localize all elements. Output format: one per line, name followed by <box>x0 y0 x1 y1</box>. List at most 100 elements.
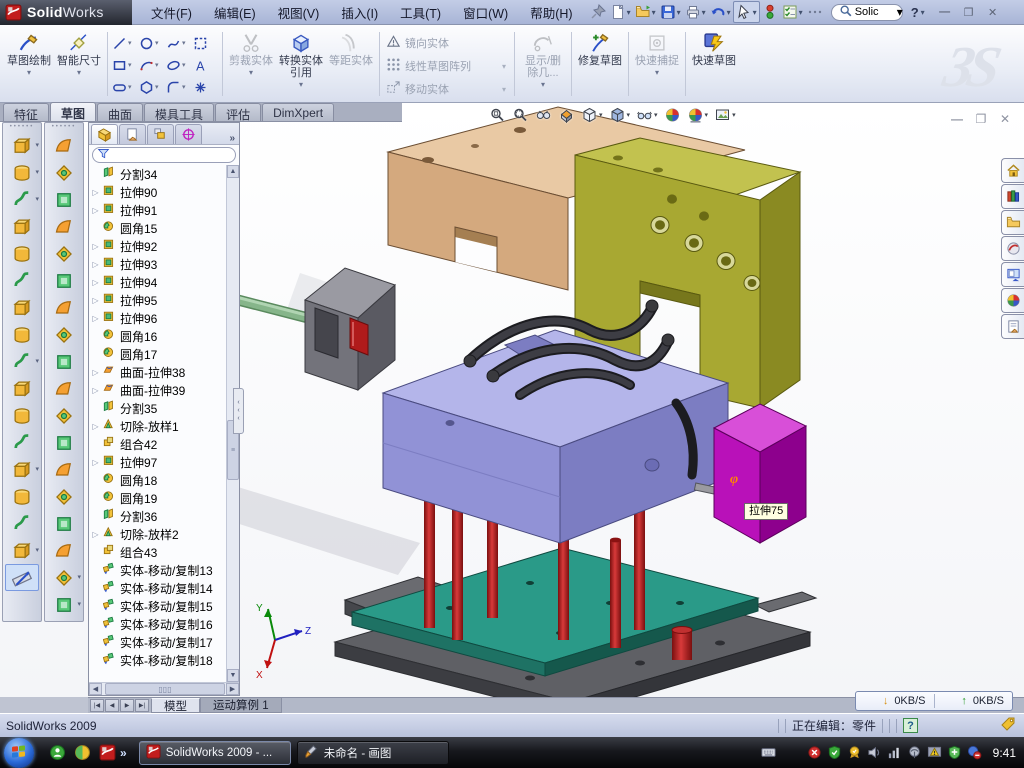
previous-study-button[interactable]: ◀ <box>105 699 119 712</box>
tray-shield-plus-icon[interactable] <box>947 745 963 761</box>
tray-volume-icon[interactable] <box>867 745 883 761</box>
tree-item[interactable]: 圆角17 <box>91 345 239 363</box>
sketch-point-icon[interactable] <box>192 79 209 96</box>
search-box[interactable]: ▾ <box>831 4 903 21</box>
mold-tools-toolbar-icon-12[interactable] <box>47 429 81 456</box>
tree-item[interactable]: ▷拉伸90 <box>91 183 239 201</box>
save-icon[interactable]: ▾ <box>658 2 683 22</box>
apply-scene-icon[interactable]: ▾ <box>685 106 711 124</box>
features-toolbar-icon-7[interactable] <box>5 294 39 321</box>
mold-tools-toolbar-icon-10[interactable] <box>47 375 81 402</box>
tree-item[interactable]: ▷拉伸91 <box>91 201 239 219</box>
ribbon-button-convert-entities[interactable]: 转换实体引用▾ <box>276 28 326 100</box>
help-button[interactable]: ?▾ <box>911 5 925 20</box>
mold-tools-toolbar-icon-9[interactable] <box>47 348 81 375</box>
features-toolbar-icon-13[interactable]: ▾ <box>5 456 39 483</box>
manager-tab-property-manager[interactable] <box>119 124 146 144</box>
tray-badge-icon[interactable] <box>847 745 863 761</box>
sketch-line-icon[interactable]: ▾ <box>111 35 133 52</box>
menu-工具T[interactable]: 工具(T) <box>389 0 452 25</box>
ribbon-button-quick-snaps[interactable]: 快速捕捉▾ <box>632 28 682 100</box>
ribbon-button-trim[interactable]: 剪裁实体▾ <box>226 28 276 100</box>
mold-tools-toolbar-icon-6[interactable] <box>47 267 81 294</box>
new-document-icon[interactable]: ▾ <box>608 2 633 22</box>
quick-launch-sw-cube-icon[interactable] <box>98 744 116 762</box>
traffic-light-icon[interactable] <box>760 2 780 22</box>
expand-arrow-icon[interactable]: ▷ <box>91 314 100 323</box>
taskbar-task-1[interactable]: SolidWorks 2009 - ... <box>139 741 291 765</box>
sketch-rectangle-icon[interactable]: ▾ <box>111 57 133 74</box>
sketch-polygon-icon[interactable]: ▾ <box>138 79 160 96</box>
doc-restore-button[interactable]: ❐ <box>972 111 990 126</box>
toolbar-grip[interactable]: •••••• <box>10 125 35 130</box>
manager-tab-dimxpert-manager[interactable] <box>175 124 202 144</box>
expand-arrow-icon[interactable]: ▷ <box>91 458 100 467</box>
section-view-icon[interactable] <box>556 106 577 124</box>
features-toolbar-icon-11[interactable] <box>5 402 39 429</box>
menu-视图V[interactable]: 视图(V) <box>267 0 331 25</box>
features-toolbar-icon-5[interactable] <box>5 240 39 267</box>
menu-帮助H[interactable]: 帮助(H) <box>519 0 583 25</box>
tree-item[interactable]: 圆角18 <box>91 471 239 489</box>
tree-item[interactable]: 实体-移动/复制18 <box>91 651 239 669</box>
tray-antivirus-red-icon[interactable] <box>807 745 823 761</box>
expand-arrow-icon[interactable]: ▷ <box>91 206 100 215</box>
mold-tools-toolbar-icon-18[interactable]: ▾ <box>47 591 81 618</box>
expand-arrow-icon[interactable]: ▷ <box>91 530 100 539</box>
mold-tools-toolbar-icon-1[interactable] <box>47 132 81 159</box>
last-study-button[interactable]: ▶| <box>135 699 149 712</box>
mold-tools-toolbar-icon-17[interactable]: ▾ <box>47 564 81 591</box>
next-study-button[interactable]: ▶ <box>120 699 134 712</box>
tray-network-signal-icon[interactable] <box>887 745 903 761</box>
tree-item[interactable]: 圆角15 <box>91 219 239 237</box>
tab-特征[interactable]: 特征 <box>3 103 49 121</box>
panel-splitter[interactable]: ‹‹‹ <box>233 388 244 434</box>
tree-item[interactable]: ▷拉伸96 <box>91 309 239 327</box>
sketch-spline-icon[interactable]: ▾ <box>165 35 187 52</box>
scroll-down-icon[interactable]: ▼ <box>227 669 239 682</box>
task-pane-solidworks-resources-icon[interactable] <box>1001 236 1024 261</box>
mold-tools-toolbar-icon-3[interactable] <box>47 186 81 213</box>
tree-item[interactable]: 实体-移动/复制13 <box>91 561 239 579</box>
hide-show-items-icon[interactable]: ▾ <box>634 106 660 124</box>
mold-tools-toolbar-icon-11[interactable] <box>47 402 81 429</box>
mold-tools-toolbar-icon-16[interactable] <box>47 537 81 564</box>
sketch-circle-icon[interactable]: ▾ <box>138 35 160 52</box>
ribbon-button-mirror[interactable]: 镜向实体 <box>383 33 511 53</box>
view-settings-icon[interactable]: ▾ <box>712 106 738 124</box>
search-input[interactable] <box>853 5 897 19</box>
features-toolbar-icon-17[interactable] <box>5 564 39 591</box>
task-pane-appearances-icon[interactable] <box>1001 288 1024 313</box>
tree-item[interactable]: 组合43 <box>91 543 239 561</box>
sketch-pattern-icon[interactable] <box>192 35 209 52</box>
tray-keyboard-icon[interactable] <box>761 745 777 761</box>
features-toolbar-icon-8[interactable] <box>5 321 39 348</box>
view-orientation-icon[interactable]: ▾ <box>579 106 605 124</box>
quick-launch-chevron[interactable]: » <box>120 746 127 760</box>
bottom-tab-模型[interactable]: 模型 <box>151 698 200 713</box>
task-pane-view-palette-icon[interactable] <box>1001 262 1024 287</box>
menu-文件F[interactable]: 文件(F) <box>140 0 203 25</box>
expand-arrow-icon[interactable]: ▷ <box>91 422 100 431</box>
tree-item[interactable]: ▷拉伸94 <box>91 273 239 291</box>
chevron-down-icon[interactable]: ▾ <box>897 5 903 19</box>
expand-arrow-icon[interactable]: ▷ <box>91 242 100 251</box>
tab-评估[interactable]: 评估 <box>215 103 261 121</box>
features-toolbar-icon-15[interactable] <box>5 510 39 537</box>
status-help-icon[interactable]: ? <box>903 718 918 733</box>
tray-warning-icon[interactable] <box>927 745 943 761</box>
mold-tools-toolbar-icon-8[interactable] <box>47 321 81 348</box>
features-toolbar-icon-12[interactable] <box>5 429 39 456</box>
ribbon-button-smart-dimension[interactable]: 智能尺寸▾ <box>54 28 104 100</box>
pin-icon[interactable] <box>588 2 608 22</box>
mold-tools-toolbar-icon-2[interactable] <box>47 159 81 186</box>
tree-item[interactable]: 组合42 <box>91 435 239 453</box>
mold-tools-toolbar-icon-5[interactable] <box>47 240 81 267</box>
task-pane-custom-properties-icon[interactable] <box>1001 314 1024 339</box>
ribbon-button-sketch-pencil[interactable]: 草图绘制▾ <box>4 28 54 100</box>
manager-tabs-chevron[interactable]: » <box>229 133 235 144</box>
manager-tab-configuration-manager[interactable] <box>147 124 174 144</box>
checklist-icon[interactable]: ▾ <box>780 2 805 22</box>
ribbon-button-move-entities[interactable]: 移动实体▾ <box>383 79 511 99</box>
tree-item[interactable]: ▷曲面-拉伸39 <box>91 381 239 399</box>
